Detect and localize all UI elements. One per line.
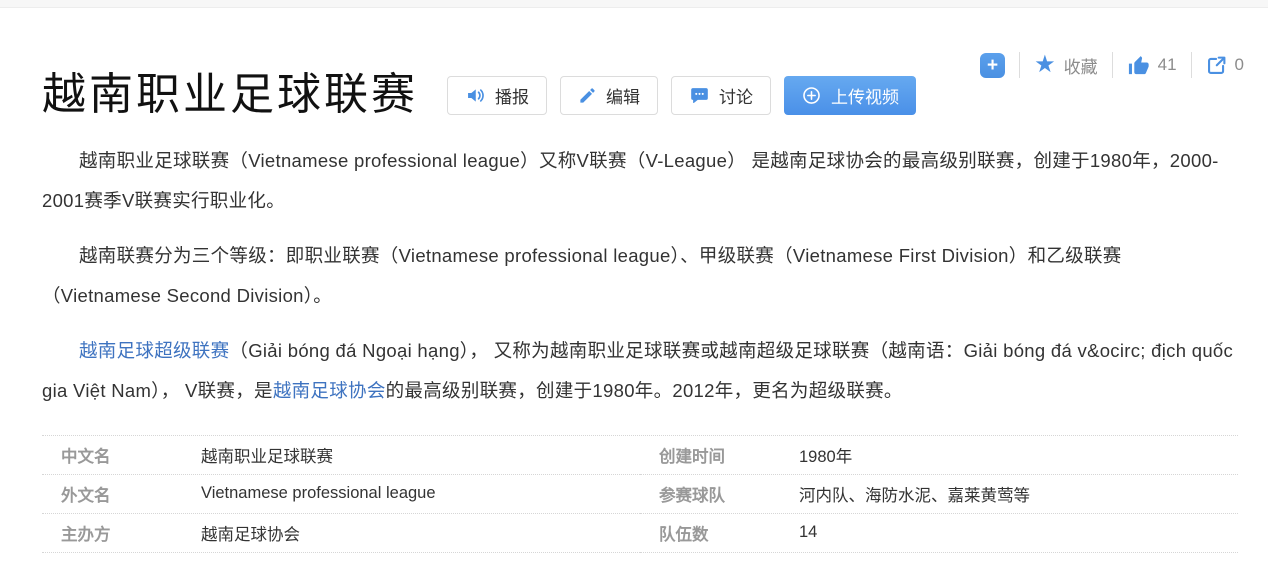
infobox-row-foreign-name: 外文名 Vietnamese professional league — [42, 475, 640, 514]
share-icon — [1206, 55, 1227, 76]
infobox: 中文名 越南职业足球联赛 外文名 Vietnamese professional… — [42, 435, 1238, 553]
info-value: 14 — [799, 523, 817, 542]
favorite-label: 收藏 — [1064, 53, 1098, 78]
speaker-icon — [465, 85, 486, 106]
info-label: 中文名 — [61, 443, 201, 467]
infobox-row-teams: 参赛球队 河内队、海防水泥、嘉莱黄莺等 — [640, 475, 1238, 514]
thumb-up-icon — [1127, 54, 1150, 77]
top-strip — [0, 0, 1268, 8]
inline-link-super-league[interactable]: 越南足球超级联赛 — [79, 340, 229, 361]
broadcast-label: 播报 — [495, 83, 529, 108]
action-buttons: 播报 编辑 讨论 — [434, 76, 916, 115]
info-label: 主办方 — [61, 521, 201, 545]
info-value: 河内队、海防水泥、嘉莱黄莺等 — [799, 482, 1030, 506]
paragraph: 越南足球超级联赛（Giải bóng đá Ngoại hạng）， 又称为越南… — [42, 331, 1238, 411]
info-value: 1980年 — [799, 443, 852, 467]
plus-square-icon: + — [980, 53, 1005, 78]
upload-video-button[interactable]: 上传视频 — [784, 76, 916, 115]
discuss-button[interactable]: 讨论 — [671, 76, 771, 115]
infobox-row-organizer: 主办方 越南足球协会 — [42, 514, 640, 553]
top-toolbar: + ★ 收藏 41 0 — [966, 50, 1244, 80]
like-count: 41 — [1158, 55, 1177, 75]
upload-video-label: 上传视频 — [831, 83, 899, 108]
discuss-label: 讨论 — [719, 83, 753, 108]
paragraph-text: 越南职业足球联赛（Vietnamese professional league）… — [42, 150, 1219, 211]
infobox-row-founded: 创建时间 1980年 — [640, 436, 1238, 475]
broadcast-button[interactable]: 播报 — [447, 76, 547, 115]
inline-link-football-association[interactable]: 越南足球协会 — [273, 380, 386, 401]
pencil-icon — [578, 86, 597, 105]
paragraph: 越南联赛分为三个等级：即职业联赛（Vietnamese professional… — [42, 236, 1238, 316]
paragraph: 越南职业足球联赛（Vietnamese professional league）… — [42, 141, 1238, 221]
infobox-row-team-count: 队伍数 14 — [640, 514, 1238, 553]
chat-icon — [689, 85, 710, 106]
page-title: 越南职业足球联赛 — [42, 70, 418, 121]
infobox-row-chinese-name: 中文名 越南职业足球联赛 — [42, 436, 640, 475]
info-label: 创建时间 — [659, 443, 799, 467]
share-count: 0 — [1235, 55, 1244, 75]
plus-circle-icon — [801, 85, 822, 106]
add-button[interactable]: + — [966, 53, 1019, 78]
info-value: 越南足球协会 — [201, 521, 300, 545]
info-label: 外文名 — [61, 482, 201, 506]
edit-label: 编辑 — [606, 83, 640, 108]
edit-button[interactable]: 编辑 — [560, 76, 658, 115]
info-label: 参赛球队 — [659, 482, 799, 506]
article-content: 越南职业足球联赛（Vietnamese professional league）… — [0, 141, 1268, 411]
infobox-right-column: 创建时间 1980年 参赛球队 河内队、海防水泥、嘉莱黄莺等 队伍数 14 — [640, 436, 1238, 553]
like-button[interactable]: 41 — [1113, 54, 1191, 77]
star-icon: ★ — [1034, 53, 1056, 77]
info-value: Vietnamese professional league — [201, 484, 436, 503]
favorite-button[interactable]: ★ 收藏 — [1020, 53, 1112, 78]
paragraph-text: 的最高级别联赛，创建于1980年。2012年，更名为超级联赛。 — [386, 380, 903, 401]
header: + ★ 收藏 41 0 越南职业足球联赛 — [0, 8, 1268, 121]
infobox-left-column: 中文名 越南职业足球联赛 外文名 Vietnamese professional… — [42, 436, 640, 553]
info-label: 队伍数 — [659, 521, 799, 545]
share-button[interactable]: 0 — [1192, 55, 1244, 76]
paragraph-text: 越南联赛分为三个等级：即职业联赛（Vietnamese professional… — [42, 245, 1122, 306]
info-value: 越南职业足球联赛 — [201, 443, 333, 467]
